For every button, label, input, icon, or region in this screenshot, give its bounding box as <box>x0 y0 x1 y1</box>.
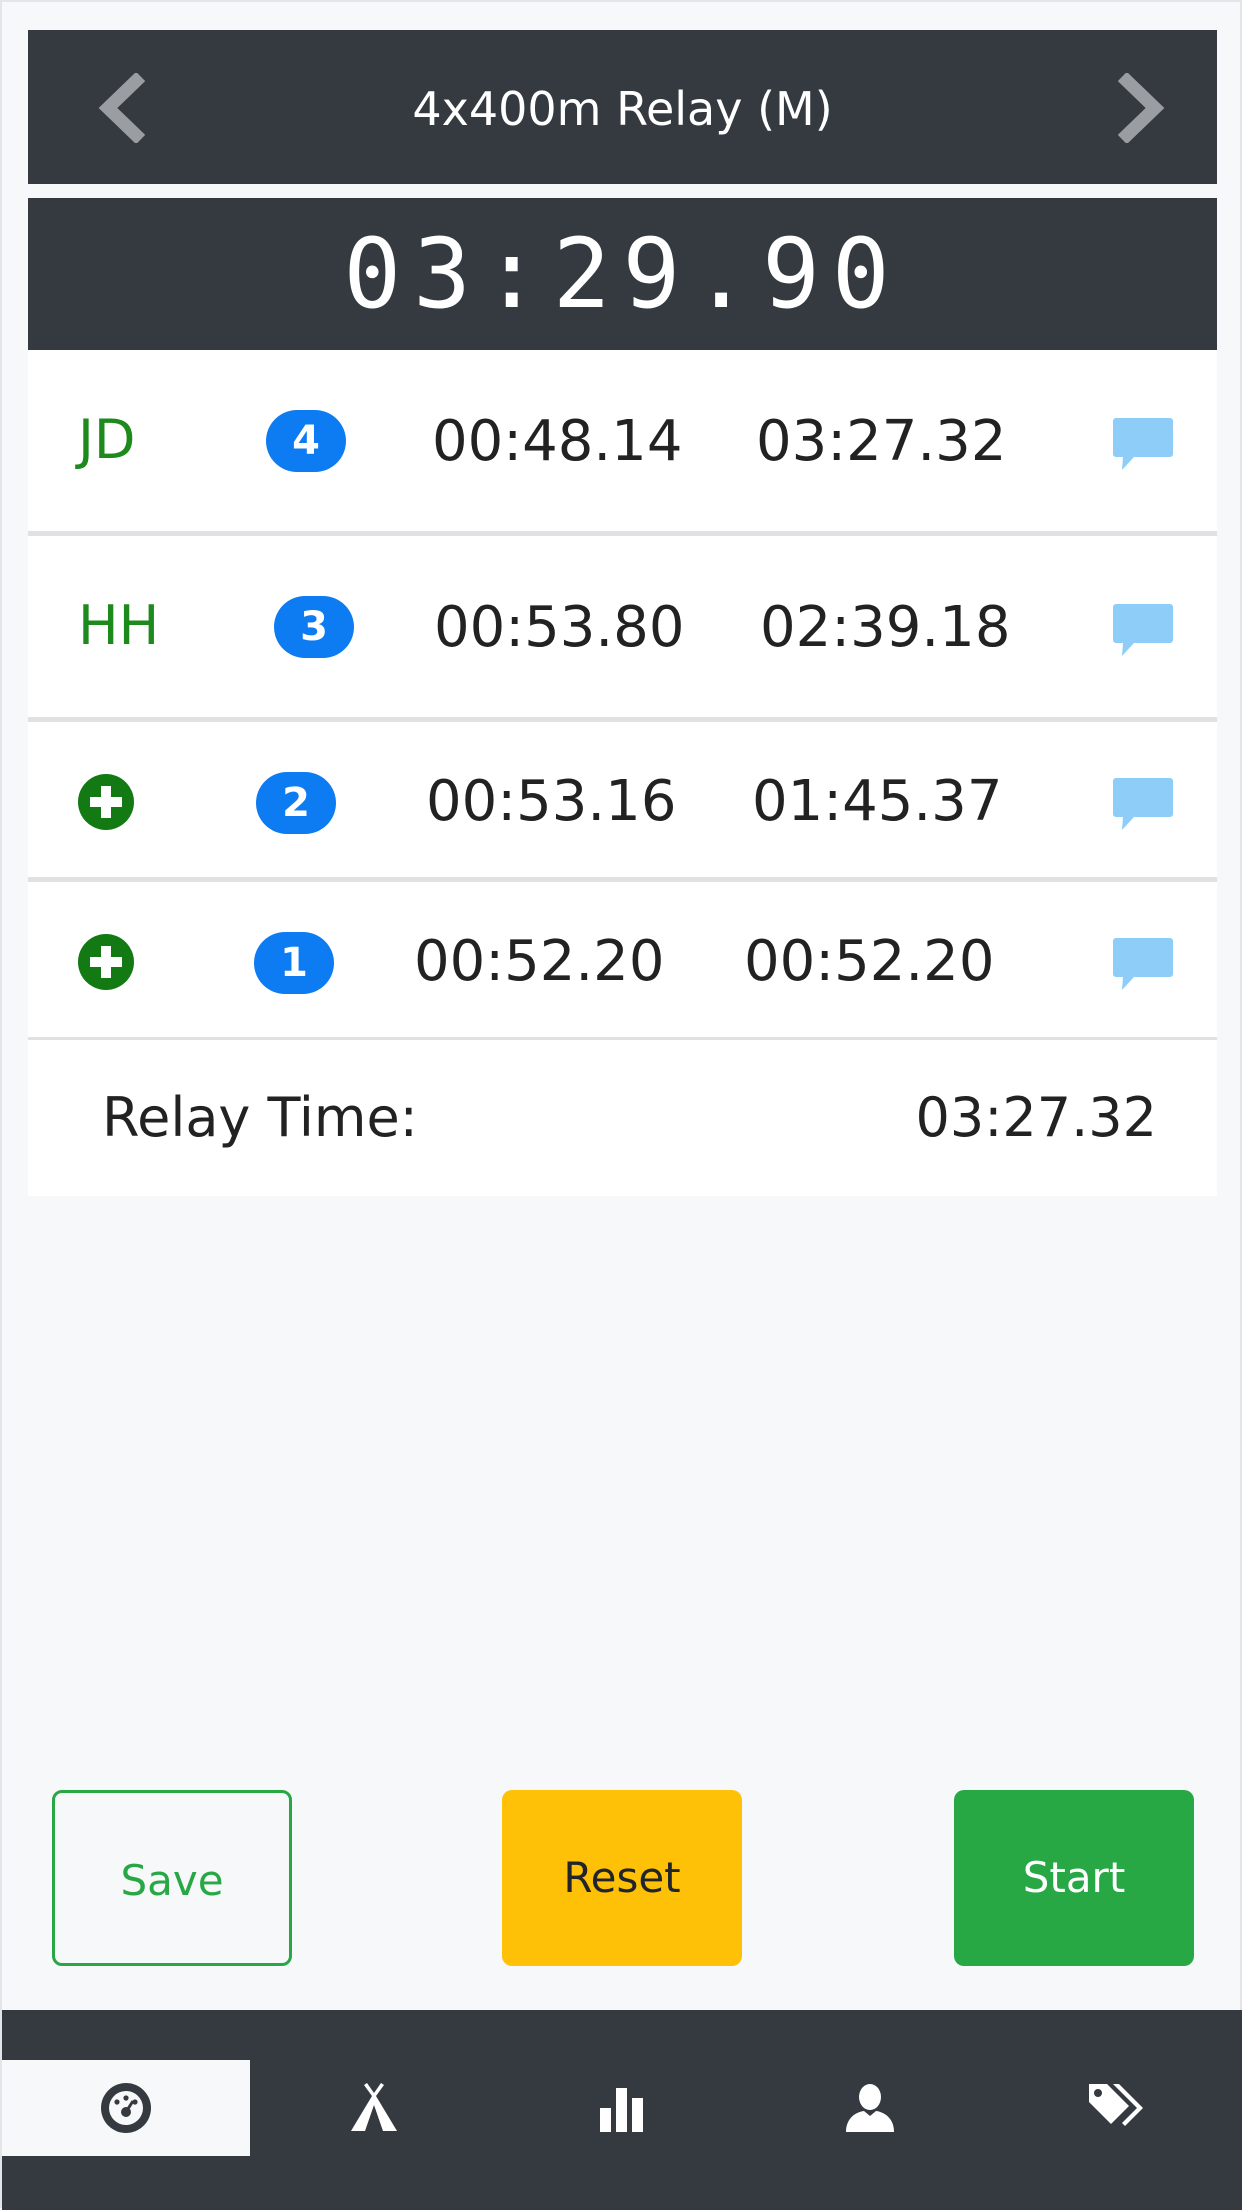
event-title: 4x400m Relay (M) <box>412 82 833 136</box>
leg-badge: 2 <box>256 772 336 834</box>
user-icon <box>846 2084 894 2132</box>
cumulative-time: 01:45.37 <box>752 769 1003 834</box>
tab-tags[interactable] <box>994 2060 1242 2156</box>
bottom-tab-bar <box>2 2010 1242 2210</box>
split-row: HH 3 00:53.80 02:39.18 <box>28 536 1217 722</box>
bar-chart-icon <box>600 2088 643 2132</box>
cumulative-time: 03:27.32 <box>756 409 1007 474</box>
tent-icon <box>351 2083 397 2131</box>
cumulative-time: 00:52.20 <box>744 929 995 994</box>
add-runner-icon[interactable] <box>78 934 134 990</box>
event-header: 4x400m Relay (M) <box>28 30 1217 184</box>
chevron-right-icon[interactable] <box>1103 71 1173 145</box>
runner-initials[interactable]: JD <box>78 410 136 470</box>
tab-tent[interactable] <box>250 2060 498 2156</box>
add-runner-icon[interactable] <box>78 774 134 830</box>
leg-badge: 1 <box>254 932 334 994</box>
leg-badge: 3 <box>274 596 354 658</box>
comment-icon[interactable] <box>1112 936 1174 992</box>
split-row: 1 00:52.20 00:52.20 <box>28 882 1217 1042</box>
split-time: 00:52.20 <box>414 929 665 994</box>
runner-initials[interactable]: HH <box>78 596 159 656</box>
stopwatch-display: 03:29.90 <box>28 198 1217 350</box>
split-time: 00:48.14 <box>432 409 683 474</box>
leg-badge: 4 <box>266 410 346 472</box>
comment-icon[interactable] <box>1112 416 1174 472</box>
split-time: 00:53.16 <box>426 769 677 834</box>
relay-time-value: 03:27.32 <box>915 1086 1158 1149</box>
reset-button[interactable]: Reset <box>502 1790 742 1966</box>
stopwatch-icon <box>101 2083 151 2133</box>
tab-stopwatch[interactable] <box>2 2060 250 2156</box>
split-time: 00:53.80 <box>434 595 685 660</box>
tags-icon <box>1089 2084 1143 2126</box>
splits-list: JD 4 00:48.14 03:27.32 HH 3 00:53.80 02:… <box>28 350 1217 1042</box>
split-row: JD 4 00:48.14 03:27.32 <box>28 350 1217 536</box>
comment-icon[interactable] <box>1112 602 1174 658</box>
relay-time-row: Relay Time: 03:27.32 <box>28 1040 1217 1196</box>
tab-stats[interactable] <box>498 2060 746 2156</box>
comment-icon[interactable] <box>1112 776 1174 832</box>
relay-time-label: Relay Time: <box>102 1086 418 1149</box>
start-button[interactable]: Start <box>954 1790 1194 1966</box>
split-row: 2 00:53.16 01:45.37 <box>28 722 1217 882</box>
cumulative-time: 02:39.18 <box>760 595 1011 660</box>
tab-profile[interactable] <box>746 2060 994 2156</box>
save-button[interactable]: Save <box>52 1790 292 1966</box>
